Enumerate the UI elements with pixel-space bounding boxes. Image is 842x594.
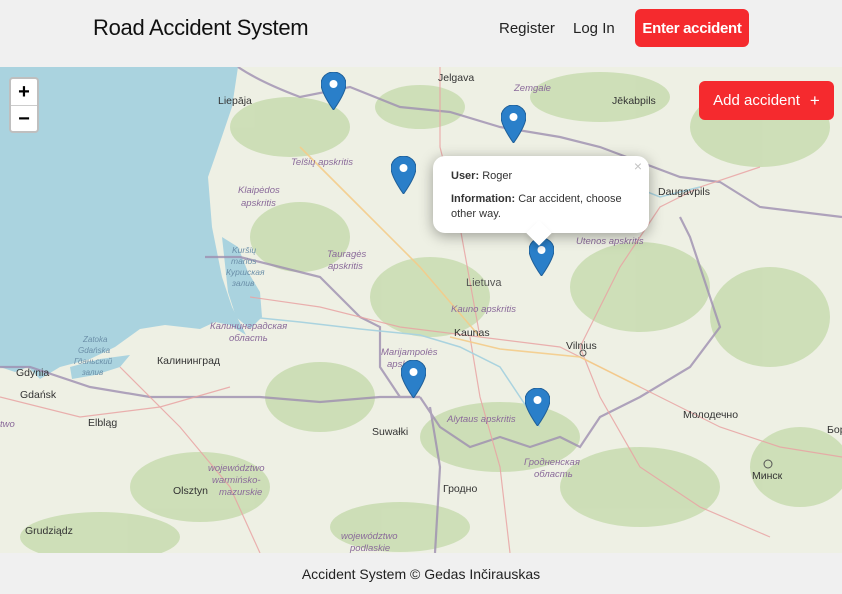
map-label: Gdańsk: [20, 389, 57, 401]
map-label: Kauno apskritis: [451, 304, 516, 315]
map-label: Marijampolės: [381, 347, 438, 358]
map-label: two: [0, 419, 15, 430]
map-label: mazurskie: [219, 487, 263, 498]
map-label: Lietuva: [466, 277, 502, 289]
zoom-control: + −: [9, 77, 39, 133]
map-label: Калининградская: [210, 321, 288, 332]
map-label: залив: [232, 278, 255, 288]
map-label: Zemgale: [514, 83, 551, 94]
map-marker-icon[interactable]: [391, 156, 416, 194]
map-label: область: [229, 333, 268, 344]
map-label: województwo: [208, 463, 265, 474]
map[interactable]: Jelgava Zemgale Jēkabpils Liepāja Telšių…: [0, 67, 842, 553]
popup-user-value: Roger: [482, 170, 513, 182]
footer-text: Accident System © Gedas Inčirauskas: [301, 565, 541, 582]
map-label: Gdynia: [16, 367, 50, 379]
map-label: Utenos apskritis: [576, 236, 644, 247]
map-label: warmińsko-: [212, 475, 261, 486]
map-marker-icon[interactable]: [525, 388, 550, 426]
map-label: województwo: [341, 531, 398, 542]
popup-user-label: User:: [451, 170, 480, 182]
map-label: Olsztyn: [173, 485, 209, 497]
map-label: Gdańska: [78, 346, 111, 355]
map-marker-icon[interactable]: [529, 238, 554, 276]
map-label: залив: [82, 368, 104, 377]
map-label: Vilnius: [566, 340, 597, 352]
map-label: Гданьский: [74, 357, 113, 366]
map-label: Молодечно: [683, 409, 739, 421]
map-label: Куршская: [226, 267, 265, 277]
popup-user-row: User: Roger: [451, 169, 631, 184]
map-label: podlaskie: [350, 543, 391, 553]
map-label: marios: [231, 256, 257, 266]
map-label: Kuršių: [232, 245, 257, 255]
login-link[interactable]: Log In: [573, 20, 615, 37]
map-label: Минск: [752, 470, 783, 482]
map-label: Daugavpils: [658, 186, 710, 198]
map-label: Гродненская: [524, 457, 580, 468]
map-label: Elbląg: [88, 417, 118, 429]
map-label: apskritis: [241, 198, 276, 209]
popup-info-label: Information:: [451, 193, 516, 205]
map-label: Гродно: [443, 483, 478, 495]
map-marker-icon[interactable]: [401, 360, 426, 398]
zoom-out-button[interactable]: −: [11, 106, 37, 132]
map-label: Klaipėdos: [238, 185, 280, 196]
enter-accident-button[interactable]: Enter accident: [635, 9, 749, 47]
map-label: Jelgava: [438, 72, 475, 84]
map-label: Калининград: [157, 355, 221, 367]
accident-popup: × User: Roger Information: Car accident,…: [433, 156, 649, 246]
map-label: Бор: [827, 424, 842, 436]
map-label: Liepāja: [218, 95, 252, 107]
map-tiles[interactable]: [0, 67, 842, 553]
brand-title[interactable]: Road Accident System: [93, 15, 309, 41]
add-accident-button[interactable]: Add accident +: [699, 81, 834, 120]
register-link[interactable]: Register: [499, 20, 555, 37]
map-marker-icon[interactable]: [501, 105, 526, 143]
add-accident-label: Add accident: [713, 92, 800, 109]
map-label: Alytaus apskritis: [447, 414, 516, 425]
map-label: Tauragės: [327, 249, 367, 260]
map-label: Kaunas: [454, 327, 490, 339]
map-label: Grudziądz: [25, 525, 73, 537]
plus-icon: +: [809, 90, 820, 110]
map-label: Jēkabpils: [612, 95, 656, 107]
map-marker-icon[interactable]: [321, 72, 346, 110]
close-icon[interactable]: ×: [634, 158, 642, 174]
map-label: apskritis: [328, 261, 363, 272]
map-label: Suwałki: [372, 426, 409, 438]
popup-info-row: Information: Car accident, choose other …: [451, 192, 631, 222]
header: Road Accident System Register Log In Ent…: [0, 0, 842, 67]
map-label: область: [534, 469, 573, 480]
footer: Accident System © Gedas Inčirauskas: [0, 553, 842, 594]
map-label: Zatoka: [83, 335, 108, 344]
zoom-in-button[interactable]: +: [11, 79, 37, 106]
map-label: Telšių apskritis: [291, 157, 353, 168]
